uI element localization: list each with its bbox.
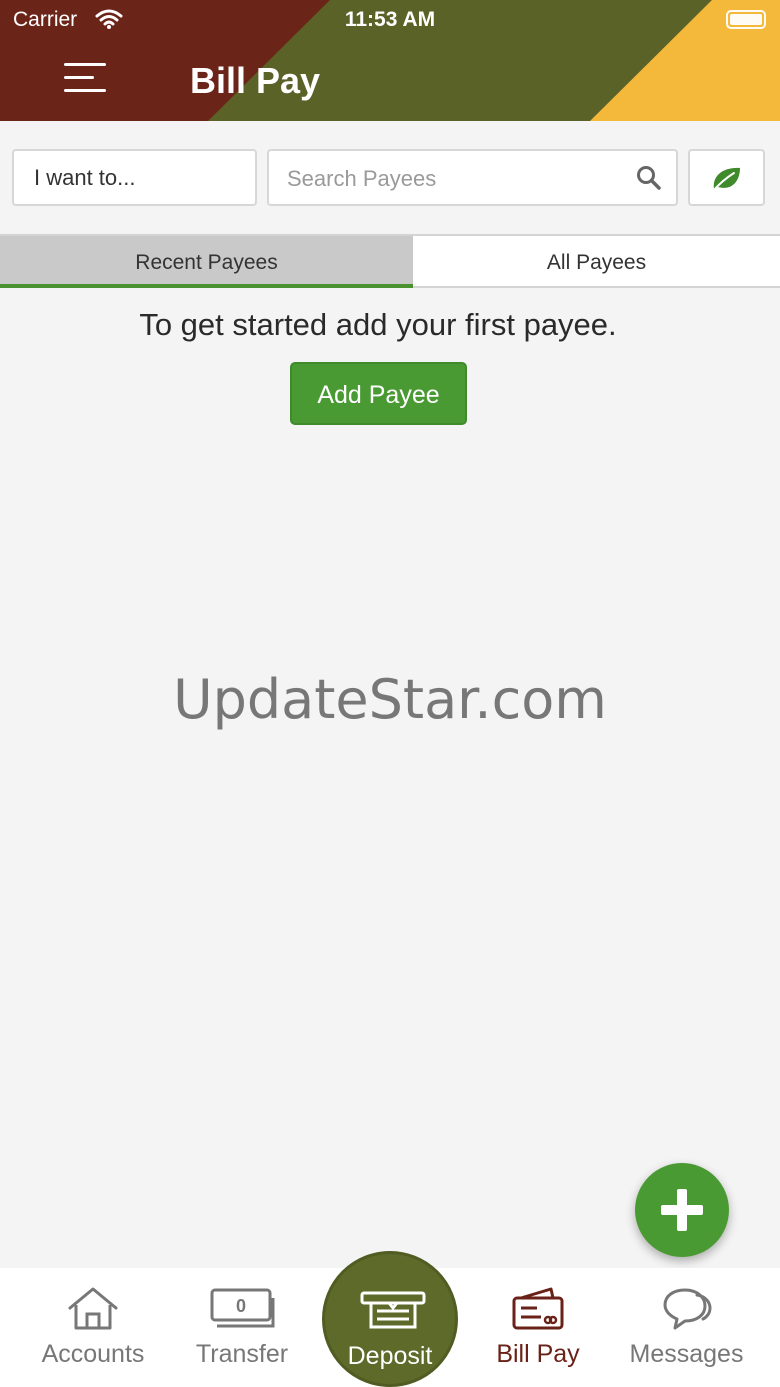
add-fab-plus-icon[interactable] (635, 1163, 729, 1257)
action-select[interactable]: I want to... (12, 149, 257, 206)
cash-icon: 0 (210, 1288, 275, 1328)
status-bar: Carrier 11:53 AM (0, 0, 780, 40)
home-icon (68, 1287, 118, 1330)
nav-accounts[interactable]: Accounts (18, 1268, 168, 1387)
watermark-text: UpdateStar.com (173, 668, 607, 731)
app-header: Carrier 11:53 AM Bill Pay (0, 0, 780, 121)
page-title: Bill Pay (190, 60, 321, 101)
empty-state-message: To get started add your first payee. (139, 307, 617, 342)
payee-tabs: Recent Payees All Payees (0, 234, 780, 288)
nav-transfer-label: Transfer (195, 1340, 289, 1368)
tab-all-payees[interactable]: All Payees (413, 236, 780, 288)
status-time: 11:53 AM (344, 8, 436, 31)
nav-bill-pay-label: Bill Pay (496, 1340, 580, 1368)
nav-messages[interactable]: Messages (613, 1268, 760, 1387)
nav-deposit[interactable]: Deposit (322, 1251, 458, 1387)
chat-bubbles-icon (663, 1288, 712, 1330)
nav-messages-label: Messages (629, 1340, 744, 1368)
nav-transfer[interactable]: 0 Transfer (168, 1268, 316, 1387)
nav-accounts-label: Accounts (41, 1340, 145, 1368)
search-icon[interactable] (636, 165, 662, 191)
battery-icon (726, 10, 766, 29)
toolbar: I want to... (0, 149, 780, 207)
atm-icon (360, 1291, 426, 1329)
search-payees-input[interactable] (287, 163, 617, 195)
tab-recent-payees[interactable]: Recent Payees (0, 236, 413, 288)
leaf-button[interactable] (688, 149, 765, 206)
search-box (267, 149, 678, 206)
nav-deposit-label: Deposit (347, 1342, 433, 1370)
hamburger-menu-icon[interactable] (60, 60, 108, 98)
svg-text:0: 0 (236, 1296, 246, 1316)
nav-bill-pay[interactable]: Bill Pay (463, 1268, 613, 1387)
add-payee-button[interactable]: Add Payee (290, 362, 467, 425)
leaf-icon (712, 167, 740, 192)
wallet-card-icon (512, 1287, 564, 1330)
